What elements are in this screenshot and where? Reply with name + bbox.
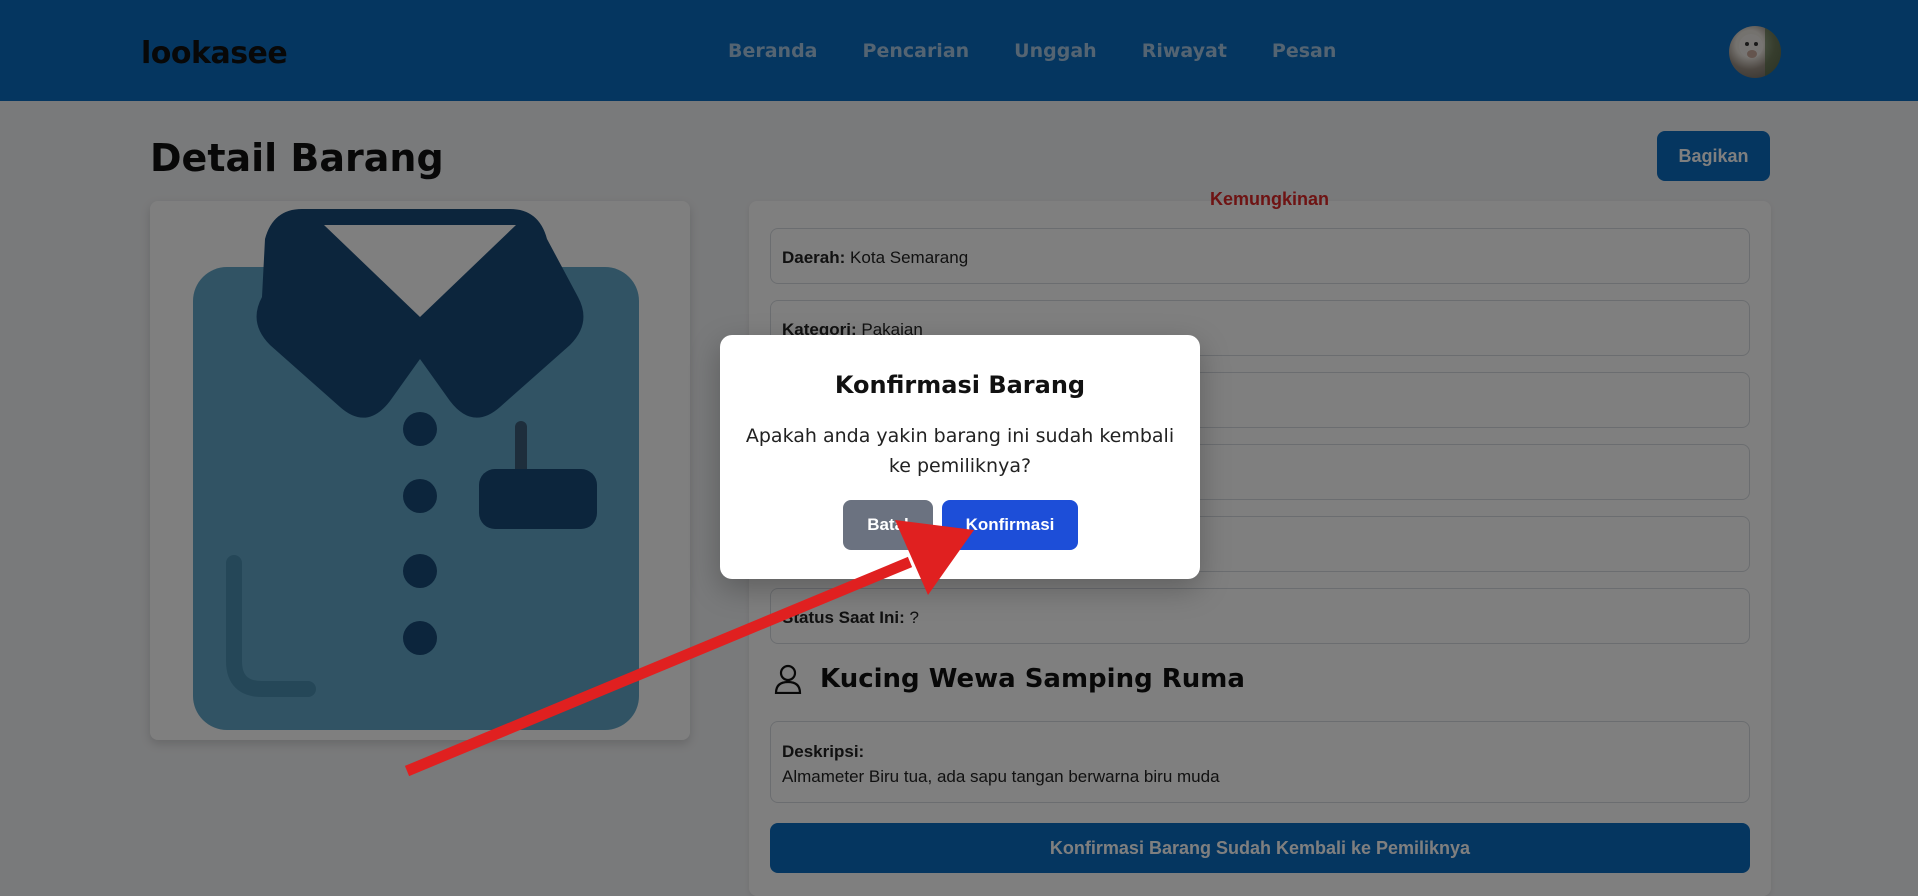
modal-message: Apakah anda yakin barang ini sudah kemba… <box>745 425 1175 477</box>
confirm-button[interactable]: Konfirmasi <box>942 500 1078 550</box>
confirm-modal: Konfirmasi Barang Apakah anda yakin bara… <box>720 335 1200 579</box>
cancel-button[interactable]: Batal <box>843 500 933 550</box>
modal-title: Konfirmasi Barang <box>834 371 1086 399</box>
